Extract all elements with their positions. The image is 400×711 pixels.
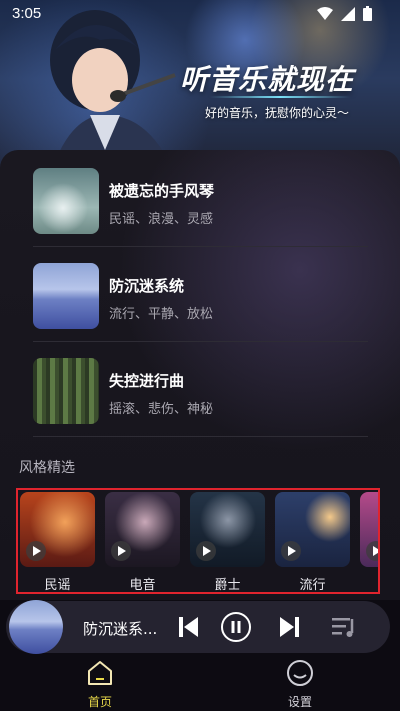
- genre-card[interactable]: 电音: [105, 492, 180, 593]
- play-icon[interactable]: [196, 541, 216, 561]
- bottom-tab-bar: 首页 设置: [0, 655, 400, 711]
- previous-icon[interactable]: [172, 611, 204, 643]
- genre-card[interactable]: 流行: [275, 492, 350, 593]
- hero-subtitle: 好的音乐，抚慰你的心灵～: [205, 106, 350, 120]
- divider: [33, 246, 368, 247]
- genre-label: 爵士: [214, 578, 241, 593]
- genre-card[interactable]: 爵士: [190, 492, 265, 593]
- song-title: 被遗忘的手风琴: [109, 182, 215, 200]
- genre-thumbnail: [105, 492, 180, 567]
- tab-home-label: 首页: [87, 695, 112, 709]
- genre-label: 流行: [299, 578, 326, 593]
- song-tags: 流行、平静、放松: [109, 307, 214, 322]
- divider: [33, 341, 368, 342]
- signal-icon: [341, 6, 355, 21]
- hero-title: 听音乐就现在: [180, 63, 355, 96]
- genre-card[interactable]: 民谣: [20, 492, 95, 593]
- now-playing-title: 防沉迷系...: [83, 620, 158, 638]
- genre-carousel[interactable]: 民谣 电音 爵士 流行: [16, 488, 380, 594]
- song-cover: [33, 358, 99, 424]
- song-item[interactable]: 被遗忘的手风琴 民谣、浪漫、灵感: [33, 168, 373, 234]
- tab-home[interactable]: 首页: [70, 659, 130, 710]
- song-cover: [33, 168, 99, 234]
- home-icon: [88, 661, 112, 685]
- song-title: 防沉迷系统: [109, 277, 185, 295]
- divider: [33, 436, 368, 437]
- mini-player[interactable]: 防沉迷系...: [6, 600, 390, 654]
- battery-icon: [363, 6, 372, 21]
- song-cover: [33, 263, 99, 329]
- genre-thumbnail: [275, 492, 350, 567]
- song-tags: 民谣、浪漫、灵感: [109, 212, 214, 227]
- genre-label: 民谣: [44, 578, 71, 593]
- genre-thumbnail: [20, 492, 95, 567]
- status-bar: 3:05: [0, 0, 400, 28]
- pause-icon[interactable]: [220, 611, 252, 643]
- status-time: 3:05: [12, 5, 42, 22]
- next-icon[interactable]: [274, 611, 306, 643]
- wifi-icon: [317, 6, 333, 20]
- song-item[interactable]: 防沉迷系统 流行、平静、放松: [33, 263, 373, 329]
- play-icon[interactable]: [366, 541, 378, 561]
- play-icon[interactable]: [26, 541, 46, 561]
- song-item[interactable]: 失控进行曲 摇滚、悲伤、神秘: [33, 358, 373, 424]
- smile-icon: [287, 660, 313, 686]
- genre-label: 电音: [129, 578, 156, 593]
- genre-card-partial[interactable]: [360, 492, 378, 567]
- song-title: 失控进行曲: [109, 372, 185, 390]
- playlist-icon[interactable]: [328, 611, 360, 643]
- song-tags: 摇滚、悲伤、神秘: [109, 402, 214, 417]
- tab-settings-label: 设置: [287, 695, 312, 709]
- play-icon[interactable]: [111, 541, 131, 561]
- section-title: 风格精选: [19, 460, 75, 476]
- now-playing-cover[interactable]: [9, 600, 63, 654]
- genre-thumbnail: [190, 492, 265, 567]
- tab-settings[interactable]: 设置: [270, 659, 330, 710]
- play-icon[interactable]: [281, 541, 301, 561]
- genre-thumbnail: [360, 492, 378, 567]
